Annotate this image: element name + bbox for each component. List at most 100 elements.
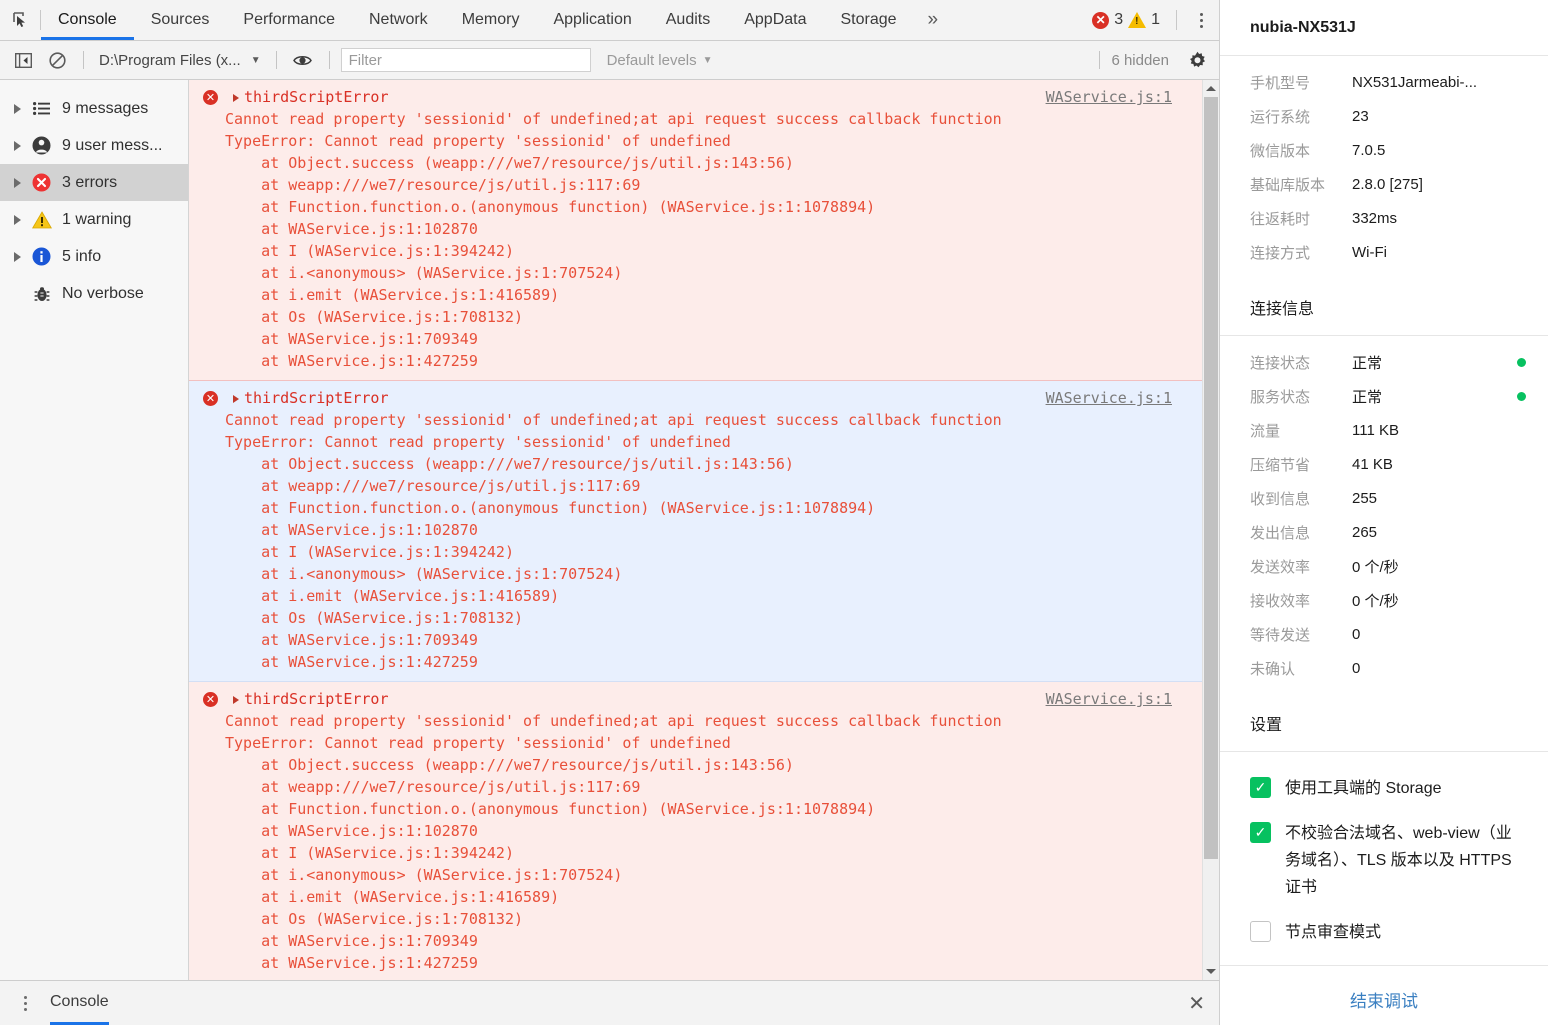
message-line: at I (WAService.js:1:394242) (225, 844, 514, 862)
kebab-menu-icon[interactable] (14, 995, 36, 1011)
checkbox-checked-icon[interactable]: ✓ (1250, 822, 1271, 843)
info-key: 收到信息 (1250, 490, 1311, 508)
error-icon: ✕ (203, 391, 218, 406)
chevron-right-icon[interactable] (233, 395, 239, 403)
sidebar-item-label: 5 info (62, 247, 102, 265)
setting-row-storage[interactable]: ✓ 使用工具端的 Storage (1220, 766, 1548, 811)
device-info-panel: nubia-NX531J 手机型号 NX531Jarmeabi-... 运行系统… (1220, 0, 1548, 1025)
drawer-tab-console[interactable]: Console (50, 982, 109, 1025)
message-line: at Os (WAService.js:1:708132) (225, 609, 524, 627)
sidebar-item-messages[interactable]: 9 messages (0, 90, 188, 127)
kebab-menu-icon[interactable] (1183, 0, 1219, 40)
checkbox-checked-icon[interactable]: ✓ (1250, 777, 1271, 798)
sidebar-toggle-icon[interactable] (8, 47, 38, 73)
chevron-down-icon: ▼ (702, 54, 713, 66)
message-line: Cannot read property 'sessionid' of unde… (225, 411, 1002, 429)
checkbox-unchecked-icon[interactable] (1250, 921, 1271, 942)
chevron-double-right-icon[interactable]: » (914, 0, 953, 40)
close-icon[interactable]: ✕ (1188, 991, 1205, 1016)
message-line: at weapp:///we7/resource/js/util.js:117:… (225, 176, 641, 194)
console-messages-area: ✕ thirdScriptError WAService.js:1 Cannot… (189, 80, 1219, 980)
console-message-row[interactable]: ✕ thirdScriptError WAService.js:1 Cannot… (189, 381, 1202, 682)
message-header: ✕ thirdScriptError WAService.js:1 (189, 688, 1202, 710)
inspect-cursor-icon[interactable] (0, 0, 40, 40)
message-line: at WAService.js:1:709349 (225, 631, 478, 649)
console-message-row[interactable]: ✕ thirdScriptError WAService.js:1 Cannot… (189, 80, 1202, 381)
tab-network[interactable]: Network (352, 0, 445, 40)
sidebar-item-verbose[interactable]: No verbose (0, 275, 188, 312)
message-line: at I (WAService.js:1:394242) (225, 242, 514, 260)
tab-storage[interactable]: Storage (823, 0, 913, 40)
tab-application[interactable]: Application (536, 0, 648, 40)
info-key: 往返耗时 (1250, 210, 1311, 228)
sidebar-item-label: No verbose (62, 284, 144, 302)
user-icon (31, 135, 52, 156)
toolbar-divider (275, 51, 277, 69)
drawer-status-bar: Console ✕ (0, 980, 1219, 1025)
message-line: at weapp:///we7/resource/js/util.js:117:… (225, 778, 641, 796)
message-line: at weapp:///we7/resource/js/util.js:117:… (225, 477, 641, 495)
info-row: 发出信息 265 (1220, 515, 1548, 549)
execution-context-value: D:\Program Files (x... (99, 51, 241, 69)
error-icon: ✕ (203, 90, 218, 105)
info-key: 接收效率 (1250, 592, 1311, 610)
hidden-messages-label: 6 hidden (1111, 51, 1169, 69)
message-line: at i.emit (WAService.js:1:416589) (225, 888, 560, 906)
message-source-link[interactable]: WAService.js:1 (1046, 387, 1172, 409)
info-key: 压缩节省 (1250, 456, 1311, 474)
info-value: 23 (1352, 107, 1369, 125)
tab-memory[interactable]: Memory (445, 0, 537, 40)
scrollbar-thumb[interactable] (1204, 97, 1218, 860)
chevron-right-icon[interactable] (233, 94, 239, 102)
sidebar-item-errors[interactable]: 3 errors (0, 164, 188, 201)
scroll-down-icon[interactable] (1203, 963, 1219, 980)
info-value: 255 (1352, 489, 1378, 507)
message-line: at i.<anonymous> (WAService.js:1:707524) (225, 565, 623, 583)
sidebar-item-warnings[interactable]: 1 warning (0, 201, 188, 238)
log-levels-label: Default levels (606, 51, 697, 69)
tab-console[interactable]: Console (41, 0, 134, 40)
sidebar-item-label: 1 warning (62, 210, 132, 228)
filter-input[interactable]: Filter (340, 48, 591, 72)
setting-row-domain-check[interactable]: ✓ 不校验合法域名、web-view（业务域名）、TLS 版本以及 HTTPS … (1220, 811, 1548, 910)
info-row: 微信版本 7.0.5 (1220, 133, 1548, 167)
tab-performance[interactable]: Performance (226, 0, 352, 40)
sidebar-item-info[interactable]: 5 info (0, 238, 188, 275)
info-value: 7.0.5 (1352, 141, 1386, 159)
sidebar-item-user-messages[interactable]: 9 user mess... (0, 127, 188, 164)
connection-section-title: 连接信息 (1220, 278, 1548, 336)
clear-console-icon[interactable] (42, 47, 72, 73)
toolbar-divider (328, 51, 330, 69)
console-scrollbar[interactable] (1202, 80, 1219, 980)
log-levels-select[interactable]: Default levels ▼ (595, 52, 725, 69)
info-value: 332ms (1352, 209, 1398, 227)
scroll-up-icon[interactable] (1203, 80, 1219, 97)
tab-appdata[interactable]: AppData (727, 0, 823, 40)
info-key: 发出信息 (1250, 524, 1311, 542)
info-value: Wi-Fi (1352, 243, 1387, 261)
message-header: ✕ thirdScriptError WAService.js:1 (189, 387, 1202, 409)
toolbar-divider (83, 51, 84, 69)
gear-icon[interactable] (1183, 51, 1211, 70)
end-debug-button[interactable]: 结束调试 (1350, 987, 1418, 1012)
toolbar-divider (1176, 10, 1177, 30)
setting-row-node-inspect[interactable]: 节点审查模式 (1220, 910, 1548, 955)
panel-footer: 结束调试 (1220, 965, 1548, 1025)
chevron-right-icon[interactable] (233, 696, 239, 704)
tab-audits[interactable]: Audits (649, 0, 727, 40)
scrollbar-track[interactable] (1203, 97, 1219, 963)
warning-count: 1 (1151, 11, 1160, 28)
console-message-row[interactable]: ✕ thirdScriptError WAService.js:1 Cannot… (189, 682, 1202, 980)
live-expression-icon[interactable] (288, 47, 318, 73)
tab-sources[interactable]: Sources (134, 0, 227, 40)
status-dot (1517, 391, 1526, 401)
message-source-link[interactable]: WAService.js:1 (1046, 688, 1172, 710)
settings-list: ✓ 使用工具端的 Storage ✓ 不校验合法域名、web-view（业务域名… (1220, 752, 1548, 965)
execution-context-select[interactable]: D:\Program Files (x... ▼ (95, 52, 265, 69)
message-line: at WAService.js:1:102870 (225, 521, 478, 539)
info-row: 手机型号 NX531Jarmeabi-... (1220, 65, 1548, 99)
message-source-link[interactable]: WAService.js:1 (1046, 86, 1172, 108)
info-value: 2.8.0 [275] (1352, 175, 1423, 193)
issue-counts[interactable]: ✕ 3 1 (1082, 0, 1170, 40)
